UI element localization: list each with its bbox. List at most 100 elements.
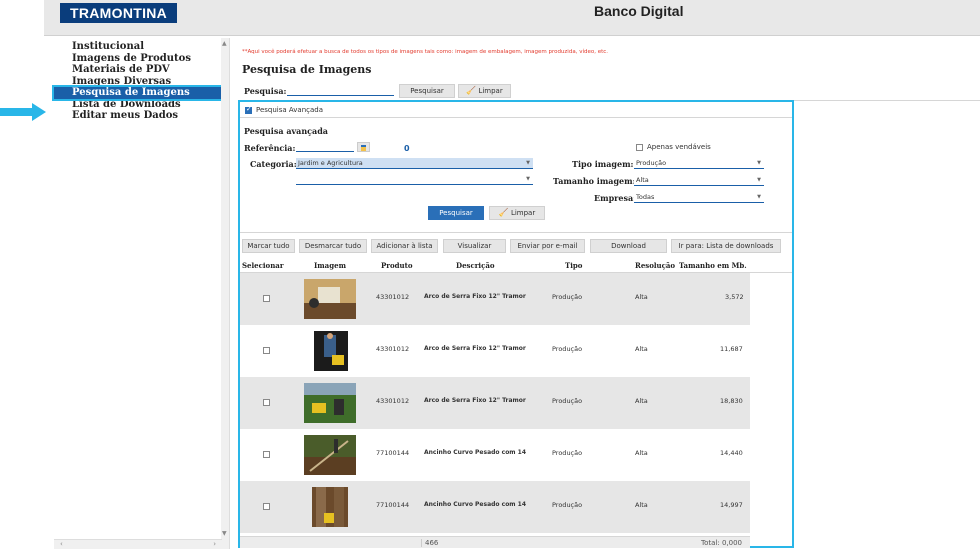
download-button[interactable]: Download [590,239,667,253]
advanced-search-button[interactable]: Pesquisar [428,206,484,220]
tamanho-imagem-value: Alta [636,176,649,184]
col-descricao[interactable]: Descrição [456,261,495,270]
table-row[interactable]: 43301012 Arco de Serra Fixo 12" Tramor P… [240,273,750,325]
select-all-button[interactable]: Marcar tudo [242,239,295,253]
tramontina-logo[interactable]: TRAMONTINA [60,3,178,23]
goto-downloads-button[interactable]: Ir para: Lista de downloads [671,239,781,253]
scroll-left-icon[interactable]: ‹ [60,540,63,548]
cell-descricao: Arco de Serra Fixo 12" Tramor [424,293,526,300]
empresa-select[interactable]: Todas ▼ [634,192,764,203]
clear-button[interactable]: 🧹 Limpar [458,84,511,98]
broom-icon: 🧹 [466,86,477,95]
table-row[interactable]: 43301012 Arco de Serra Fixo 12" Tramor P… [240,325,750,377]
sidebar-scrollbar[interactable]: ▲ ▼ [221,38,229,549]
left-gutter [0,0,44,549]
col-imagem[interactable]: Imagem [314,261,346,270]
chevron-down-icon: ▼ [526,176,530,182]
table-row[interactable]: 77100144 Ancinho Curvo Pesado com 14 Pro… [240,481,750,533]
cell-tipo: Produção [552,345,583,353]
cell-tamanho: 3,572 [725,293,744,301]
subcategoria-select[interactable]: ▼ [296,174,533,185]
sidebar-item-materiais-pdv[interactable]: Materiais de PDV [54,64,222,76]
table-row[interactable]: 77100144 Ancinho Curvo Pesado com 14 Pro… [240,429,750,481]
tipo-imagem-select[interactable]: Produção ▼ [634,158,764,169]
scroll-up-icon[interactable]: ▲ [222,40,227,47]
product-thumbnail[interactable] [304,279,356,319]
tipo-imagem-label: Tipo imagem: [572,159,634,169]
tamanho-imagem-label: Tamanho imagem: [553,176,636,186]
scroll-right-icon[interactable]: › [213,540,216,548]
col-tamanho[interactable]: Tamanho em Mb. [679,261,747,270]
only-sellable-label: Apenas vendáveis [647,143,711,151]
cell-produto: 77100144 [376,501,410,509]
send-email-button[interactable]: Enviar por e-mail [510,239,585,253]
referencia-input[interactable] [296,141,354,152]
advanced-search-checkbox[interactable] [245,105,252,114]
sidebar-item-editar-dados[interactable]: Editar meus Dados [54,110,222,122]
tamanho-imagem-select[interactable]: Alta ▼ [634,175,764,186]
sidebar-hscrollbar[interactable]: ‹ › [54,539,222,549]
page-title: Pesquisa de Imagens [242,63,372,76]
search-label: Pesquisa: [244,86,287,96]
advanced-search-toggle-label: Pesquisa Avançada [256,106,324,114]
sidebar-item-imagens-diversas[interactable]: Imagens Diversas [54,76,222,88]
sidebar-item-imagens-produtos[interactable]: Imagens de Produtos [54,53,222,65]
cell-tipo: Produção [552,449,583,457]
chevron-down-icon: ▼ [757,177,761,183]
cell-resolucao: Alta [635,501,648,509]
col-selecionar[interactable]: Selecionar [242,261,284,270]
scroll-down-icon[interactable]: ▼ [222,530,227,537]
advanced-search-panel: Pesquisa Avançada Pesquisa avançada Refe… [238,100,794,548]
calendar-icon[interactable] [357,142,370,152]
clear-button-label: Limpar [478,87,503,95]
cell-descricao: Ancinho Curvo Pesado com 14 [424,449,526,456]
pointer-arrow-icon [0,103,46,121]
cell-produto: 43301012 [376,345,410,353]
col-resolucao[interactable]: Resolução [635,261,675,270]
categoria-select[interactable]: Jardim e Agricultura ▼ [296,158,533,169]
row-select-checkbox[interactable] [263,295,270,302]
row-select-checkbox[interactable] [263,503,270,510]
cell-resolucao: Alta [635,449,648,457]
row-select-checkbox[interactable] [263,399,270,406]
total-size: Total: 0,000 [701,539,742,547]
add-to-list-button[interactable]: Adicionar à lista [371,239,438,253]
cell-tipo: Produção [552,397,583,405]
broom-icon: 🧹 [498,208,509,217]
grid-header: Selecionar Imagem Produto Descrição Tipo… [240,259,792,273]
cell-descricao: Ancinho Curvo Pesado com 14 [424,501,526,508]
advanced-section-title: Pesquisa avançada [244,126,328,136]
cell-resolucao: Alta [635,397,648,405]
cell-produto: 77100144 [376,449,410,457]
col-tipo[interactable]: Tipo [565,261,582,270]
only-sellable-checkbox[interactable] [636,144,643,151]
sidebar-item-lista-downloads[interactable]: Lista de Downloads [54,99,222,111]
advanced-clear-label: Limpar [510,209,536,217]
col-produto[interactable]: Produto [381,261,413,270]
divider [794,100,980,101]
product-thumbnail[interactable] [312,487,348,527]
cell-resolucao: Alta [635,345,648,353]
advanced-clear-button[interactable]: 🧹 Limpar [489,206,545,220]
table-row[interactable]: 43301012 Arco de Serra Fixo 12" Tramor P… [240,377,750,429]
sidebar-menu: Institucional Imagens de Produtos Materi… [52,41,224,122]
grid-body: 43301012 Arco de Serra Fixo 12" Tramor P… [240,273,750,535]
product-thumbnail[interactable] [304,383,356,423]
view-button[interactable]: Visualizar [443,239,506,253]
categoria-value: Jardim e Agricultura [298,159,363,167]
cell-descricao: Arco de Serra Fixo 12" Tramor [424,397,526,404]
product-thumbnail[interactable] [314,331,348,371]
search-notice: **Aqui você poderá efetuar a busca de to… [242,49,609,55]
product-thumbnail[interactable] [304,435,356,475]
row-select-checkbox[interactable] [263,451,270,458]
row-select-checkbox[interactable] [263,347,270,354]
deselect-all-button[interactable]: Desmarcar tudo [299,239,367,253]
sidebar-item-institucional[interactable]: Institucional [54,41,222,53]
simple-search-row: Pesquisa: Pesquisar 🧹 Limpar [242,81,980,101]
cell-tamanho: 11,687 [720,345,743,353]
search-input[interactable] [287,84,394,96]
tipo-imagem-value: Produção [636,159,667,167]
search-button[interactable]: Pesquisar [399,84,455,98]
app-title: Banco Digital [594,3,684,19]
sidebar-item-pesquisa-imagens[interactable]: Pesquisa de Imagens [52,85,224,101]
